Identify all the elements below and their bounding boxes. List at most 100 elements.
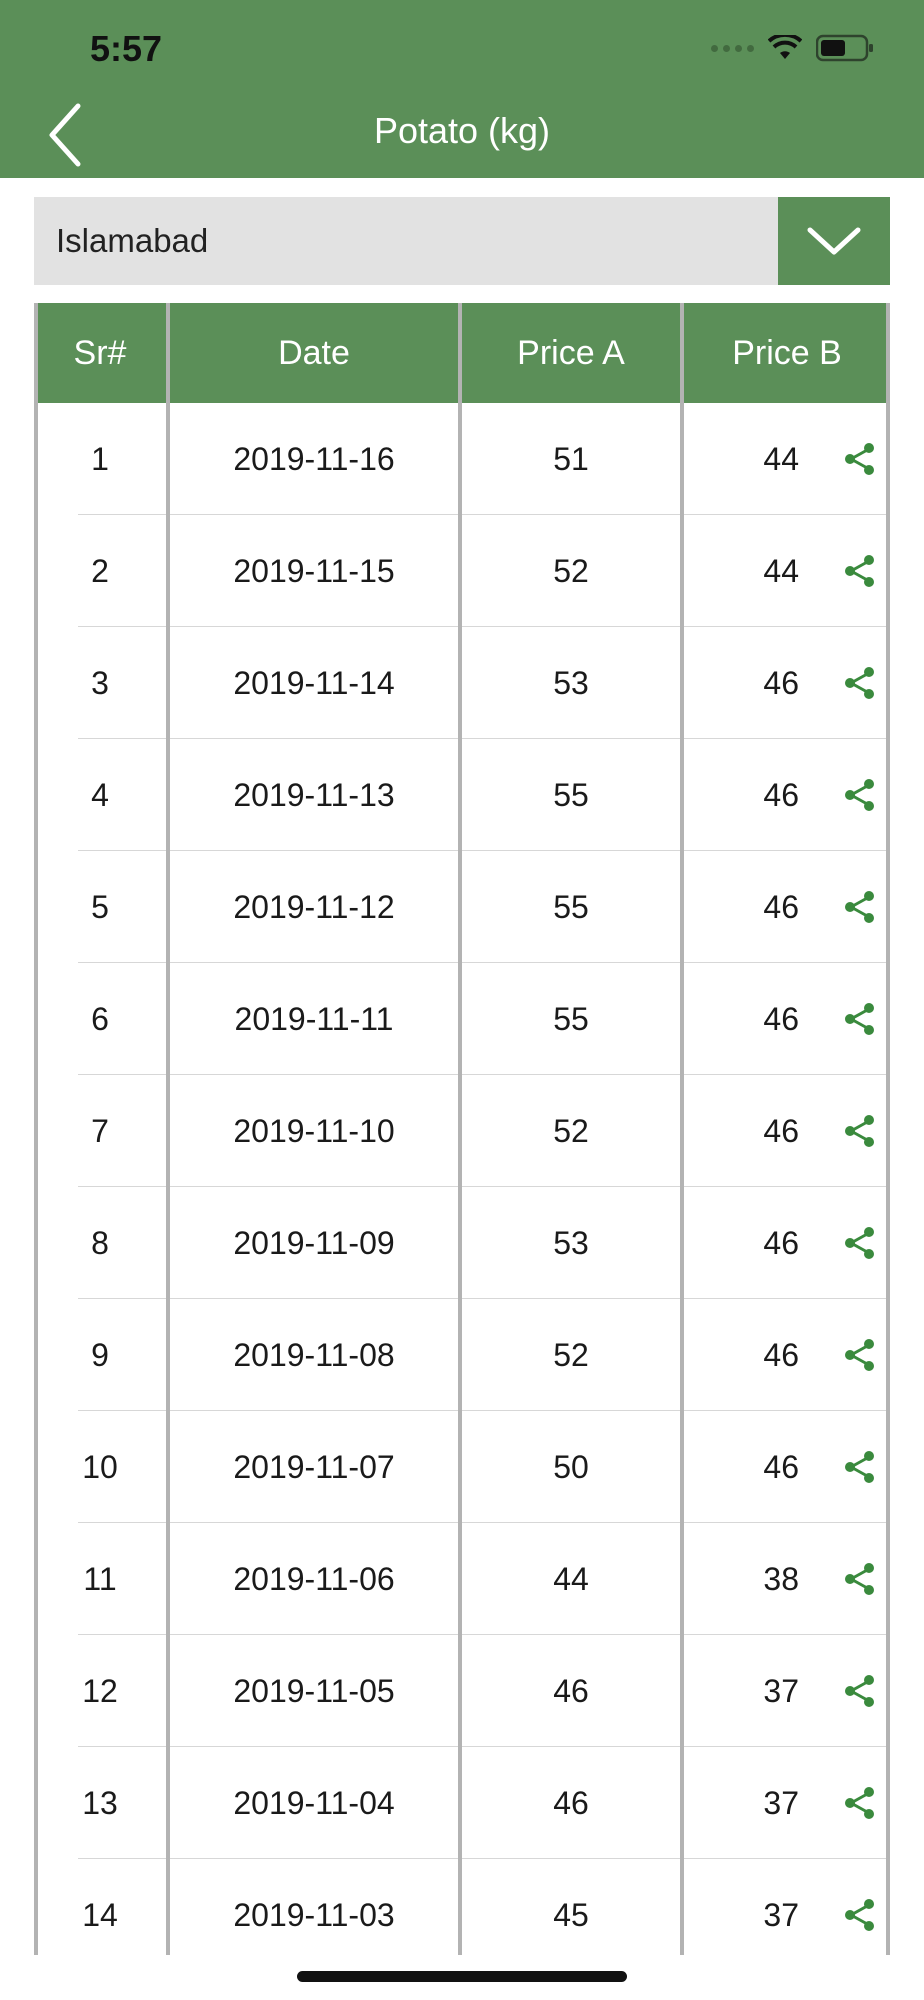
- cell-sr: 10: [82, 1448, 118, 1485]
- cell-date: 2019-11-13: [233, 776, 395, 813]
- share-icon[interactable]: [842, 553, 878, 589]
- cell-date: 2019-11-09: [233, 1224, 395, 1261]
- share-icon[interactable]: [842, 1785, 878, 1821]
- share-icon[interactable]: [842, 777, 878, 813]
- cell-date: 2019-11-15: [233, 552, 395, 589]
- cell-price-b: 46: [763, 1000, 799, 1037]
- cell-price-a: 55: [553, 776, 589, 813]
- cell-price-b: 37: [763, 1672, 799, 1709]
- cell-sr: 8: [91, 1224, 109, 1261]
- share-icon[interactable]: [842, 1113, 878, 1149]
- share-icon[interactable]: [842, 441, 878, 477]
- dropdown-toggle-button[interactable]: [778, 197, 890, 285]
- table-header: Sr# Date Price A Price B: [34, 303, 890, 403]
- cell-price-a: 51: [553, 440, 589, 477]
- cell-price-a: 55: [553, 888, 589, 925]
- wifi-icon: [768, 35, 802, 59]
- share-icon[interactable]: [842, 1897, 878, 1933]
- cellular-signal-icon: [711, 44, 754, 52]
- share-icon[interactable]: [842, 1337, 878, 1373]
- table-row: 13 2019-11-04 46 37: [34, 1747, 890, 1859]
- cell-sr: 11: [83, 1560, 117, 1597]
- cell-price-a: 46: [553, 1672, 589, 1709]
- cell-price-b: 44: [763, 552, 799, 589]
- table-row: 11 2019-11-06 44 38: [34, 1523, 890, 1635]
- cell-price-b: 46: [763, 1112, 799, 1149]
- cell-price-b: 46: [763, 1448, 799, 1485]
- table-body: 1 2019-11-16 51 44 2 2019-11-15 52 44 3 2019-11-1…: [34, 403, 890, 1955]
- status-icons: [711, 34, 874, 62]
- column-header-sr: Sr#: [73, 333, 127, 372]
- cell-sr: 3: [91, 664, 109, 701]
- cell-sr: 2: [91, 552, 109, 589]
- column-divider: [34, 303, 38, 1955]
- cell-sr: 12: [82, 1672, 118, 1709]
- share-icon[interactable]: [842, 1561, 878, 1597]
- cell-date: 2019-11-08: [233, 1336, 395, 1373]
- table-row: 9 2019-11-08 52 46: [34, 1299, 890, 1411]
- page-title: Potato (kg): [373, 110, 551, 151]
- table-row: 14 2019-11-03 45 37: [34, 1859, 890, 1955]
- column-divider: [886, 303, 890, 1955]
- table-row: 6 2019-11-11 55 46: [34, 963, 890, 1075]
- share-icon[interactable]: [842, 1225, 878, 1261]
- column-header-price-b: Price B: [732, 333, 842, 372]
- cell-price-b: 46: [763, 664, 799, 701]
- cell-date: 2019-11-07: [233, 1448, 395, 1485]
- table-row: 8 2019-11-09 53 46: [34, 1187, 890, 1299]
- table-row: 7 2019-11-10 52 46: [34, 1075, 890, 1187]
- cell-date: 2019-11-14: [233, 664, 395, 701]
- status-time: 5:57: [90, 28, 163, 69]
- cell-sr: 14: [82, 1896, 118, 1933]
- share-icon[interactable]: [842, 1001, 878, 1037]
- table-row: 2 2019-11-15 52 44: [34, 515, 890, 627]
- cell-sr: 13: [82, 1784, 118, 1821]
- cell-date: 2019-11-03: [233, 1896, 395, 1933]
- table-row: 1 2019-11-16 51 44: [34, 403, 890, 515]
- cell-price-a: 55: [553, 1000, 589, 1037]
- cell-price-a: 52: [553, 1336, 589, 1373]
- city-select-value: Islamabad: [56, 222, 209, 259]
- cell-price-b: 37: [763, 1784, 799, 1821]
- column-header-date: Date: [278, 333, 350, 372]
- table-row: 4 2019-11-13 55 46: [34, 739, 890, 851]
- cell-price-b: 44: [763, 440, 799, 477]
- share-icon[interactable]: [842, 665, 878, 701]
- cell-sr: 4: [91, 776, 109, 813]
- cell-price-a: 52: [553, 552, 589, 589]
- share-icon[interactable]: [842, 1449, 878, 1485]
- cell-price-b: 46: [763, 1336, 799, 1373]
- table-row: 12 2019-11-05 46 37: [34, 1635, 890, 1747]
- column-divider: [458, 303, 462, 1955]
- app-header: 5:57 Potato (kg): [0, 0, 924, 178]
- cell-date: 2019-11-16: [233, 440, 395, 477]
- column-header-price-a: Price A: [517, 333, 625, 372]
- table-row: 3 2019-11-14 53 46: [34, 627, 890, 739]
- table-row: 10 2019-11-07 50 46: [34, 1411, 890, 1523]
- cell-price-b: 46: [763, 1224, 799, 1261]
- chevron-down-icon: [807, 227, 861, 255]
- cell-sr: 6: [91, 1000, 109, 1037]
- home-indicator: [297, 1971, 627, 1982]
- cell-price-a: 50: [553, 1448, 589, 1485]
- cell-date: 2019-11-04: [233, 1784, 395, 1821]
- cell-price-a: 53: [553, 1224, 589, 1261]
- cell-sr: 9: [91, 1336, 109, 1373]
- cell-date: 2019-11-12: [233, 888, 395, 925]
- cell-sr: 5: [91, 888, 109, 925]
- cell-date: 2019-11-10: [233, 1112, 395, 1149]
- cell-price-b: 46: [763, 776, 799, 813]
- price-table: Sr# Date Price A Price B 1 2019-11-16 51 44…: [34, 303, 890, 1955]
- column-divider: [680, 303, 684, 1955]
- cell-date: 2019-11-06: [233, 1560, 395, 1597]
- cell-price-a: 45: [553, 1896, 589, 1933]
- share-icon[interactable]: [842, 889, 878, 925]
- battery-icon: [816, 34, 873, 62]
- share-icon[interactable]: [842, 1673, 878, 1709]
- cell-sr: 7: [91, 1112, 109, 1149]
- cell-price-b: 46: [763, 888, 799, 925]
- cell-price-a: 44: [553, 1560, 589, 1597]
- city-select[interactable]: Islamabad: [34, 197, 890, 285]
- table-row: 5 2019-11-12 55 46: [34, 851, 890, 963]
- cell-date: 2019-11-05: [233, 1672, 395, 1709]
